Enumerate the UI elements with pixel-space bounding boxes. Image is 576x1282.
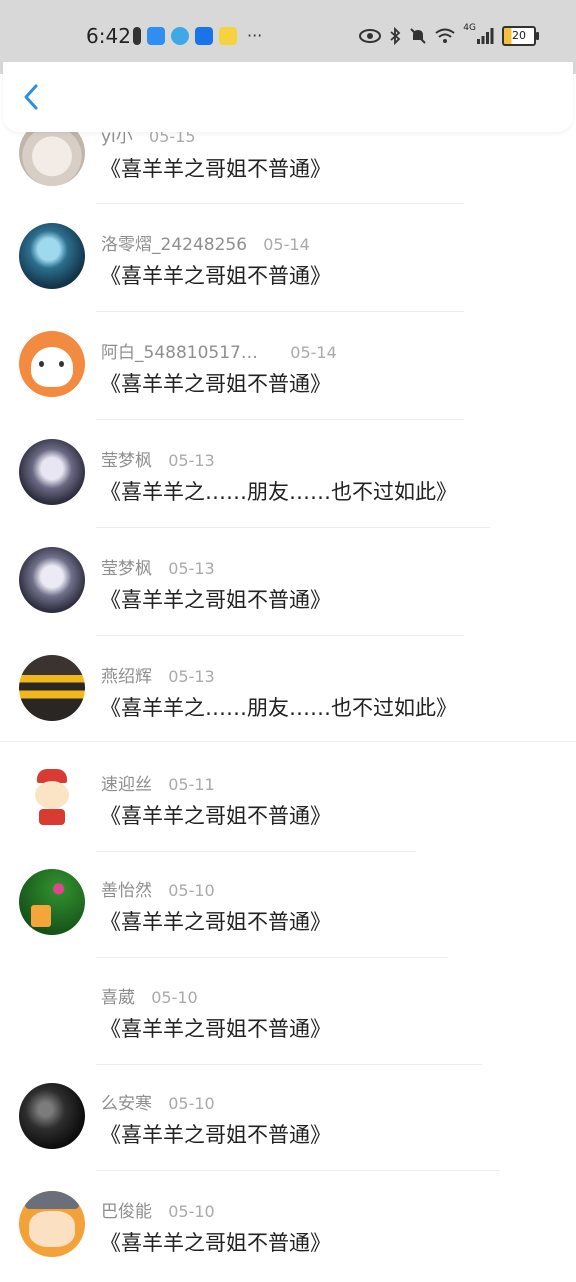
date: 05-11 <box>168 775 215 794</box>
battery-icon: 20 <box>502 26 539 46</box>
date: 05-14 <box>290 343 337 362</box>
wifi-icon <box>435 28 455 43</box>
username: 洛零熠_24248256 <box>101 235 248 255</box>
signal-icon <box>477 28 494 44</box>
system-icons: 4G 20 <box>359 23 539 46</box>
notification-icons: ··· <box>133 26 262 45</box>
date: 05-14 <box>263 235 310 254</box>
work-title[interactable]: 《喜羊羊之哥姐不普通》 <box>100 584 331 614</box>
list-item[interactable]: 莹梦枫 05-13 《喜羊羊之……朋友……也不过如此》 <box>0 420 576 528</box>
username: 巴俊能 <box>101 1202 152 1222</box>
avatar <box>19 439 85 505</box>
browser-app-icon <box>171 26 189 45</box>
avatar <box>19 869 85 935</box>
work-title[interactable]: 《喜羊羊之哥姐不普通》 <box>100 1227 331 1257</box>
username: 阿白_548810517… <box>101 343 258 363</box>
date: 05-13 <box>168 451 215 470</box>
work-title[interactable]: 《喜羊羊之哥姐不普通》 <box>100 800 331 830</box>
sim-alert-icon <box>133 26 141 45</box>
avatar <box>19 331 85 397</box>
username: 速迎丝 <box>101 775 152 795</box>
battery-level: 20 <box>512 29 526 42</box>
list-item[interactable]: 阿白_548810517… 05-14 《喜羊羊之哥姐不普通》 <box>0 312 576 420</box>
date: 05-13 <box>168 559 215 578</box>
work-title[interactable]: 《喜羊羊之哥姐不普通》 <box>100 1119 331 1149</box>
eye-icon <box>359 29 382 43</box>
app-icon <box>219 26 237 45</box>
work-title[interactable]: 《喜羊羊之哥姐不普通》 <box>100 906 331 936</box>
date: 05-13 <box>168 667 215 686</box>
date: 05-10 <box>168 1202 215 1221</box>
list-item-meta: 善怡然 05-10 <box>101 876 215 901</box>
work-title[interactable]: 《喜羊羊之哥姐不普通》 <box>100 1013 331 1043</box>
list-item[interactable]: 善怡然 05-10 《喜羊羊之哥姐不普通》 <box>0 852 576 960</box>
back-arrow-icon <box>24 84 38 110</box>
username: 善怡然 <box>101 881 152 901</box>
avatar <box>19 223 85 289</box>
list-item-meta: 莹梦枫 05-13 <box>101 554 215 579</box>
username: 莹梦枫 <box>101 451 152 471</box>
date: 05-10 <box>168 1094 215 1113</box>
list-item-meta: 巴俊能 05-10 <box>101 1197 215 1222</box>
list-item-meta: 速迎丝 05-11 <box>101 770 215 795</box>
work-title[interactable]: 《喜羊羊之……朋友……也不过如此》 <box>100 692 457 722</box>
avatar <box>19 547 85 613</box>
date: 05-10 <box>151 988 198 1007</box>
list-item[interactable]: 巴俊能 05-10 《喜羊羊之哥姐不普通》 <box>0 1174 576 1282</box>
list-item[interactable]: 莹梦枫 05-13 《喜羊羊之哥姐不普通》 <box>0 528 576 636</box>
work-title[interactable]: 《喜羊羊之哥姐不普通》 <box>100 153 331 183</box>
bluetooth-icon <box>390 27 401 45</box>
date: 05-10 <box>168 881 215 900</box>
mute-bell-icon <box>410 28 427 44</box>
list-item[interactable]: 么安寒 05-10 《喜羊羊之哥姐不普通》 <box>0 1066 576 1174</box>
top-bar <box>3 62 573 132</box>
list-item[interactable]: 喜葳 05-10 《喜羊羊之哥姐不普通》 <box>0 960 576 1068</box>
username: 莹梦枫 <box>101 559 152 579</box>
divider <box>96 1064 482 1065</box>
username: 么安寒 <box>101 1094 152 1114</box>
list-item-meta: 喜葳 05-10 <box>101 983 198 1008</box>
back-button[interactable] <box>17 82 47 112</box>
work-title[interactable]: 《喜羊羊之……朋友……也不过如此》 <box>100 476 457 506</box>
avatar <box>19 1191 85 1257</box>
avatar <box>19 655 85 721</box>
tips-app-icon <box>195 26 213 45</box>
list-item[interactable]: 速迎丝 05-11 《喜羊羊之哥姐不普通》 <box>0 744 576 852</box>
avatar <box>19 763 85 829</box>
divider <box>0 741 576 742</box>
work-title[interactable]: 《喜羊羊之哥姐不普通》 <box>100 368 331 398</box>
more-notifications-icon: ··· <box>247 26 263 45</box>
list-item-meta: 阿白_548810517… 05-14 <box>101 338 337 363</box>
network-type: 4G <box>463 23 476 33</box>
cloud-app-icon <box>147 26 165 45</box>
status-time: 6:42 <box>86 24 131 48</box>
divider <box>96 957 448 958</box>
list-item-meta: 燕绍辉 05-13 <box>101 662 215 687</box>
list-item[interactable]: 燕绍辉 05-13 《喜羊羊之……朋友……也不过如此》 <box>0 636 576 744</box>
list-item-meta: 洛零熠_24248256 05-14 <box>101 230 310 255</box>
username: 燕绍辉 <box>101 667 152 687</box>
avatar <box>19 1083 85 1149</box>
divider <box>96 1170 500 1171</box>
work-title[interactable]: 《喜羊羊之哥姐不普通》 <box>100 260 331 290</box>
list-item-meta: 莹梦枫 05-13 <box>101 446 215 471</box>
list-item-meta: 么安寒 05-10 <box>101 1089 215 1114</box>
list-item[interactable]: 洛零熠_24248256 05-14 《喜羊羊之哥姐不普通》 <box>0 204 576 312</box>
username: 喜葳 <box>101 988 135 1008</box>
